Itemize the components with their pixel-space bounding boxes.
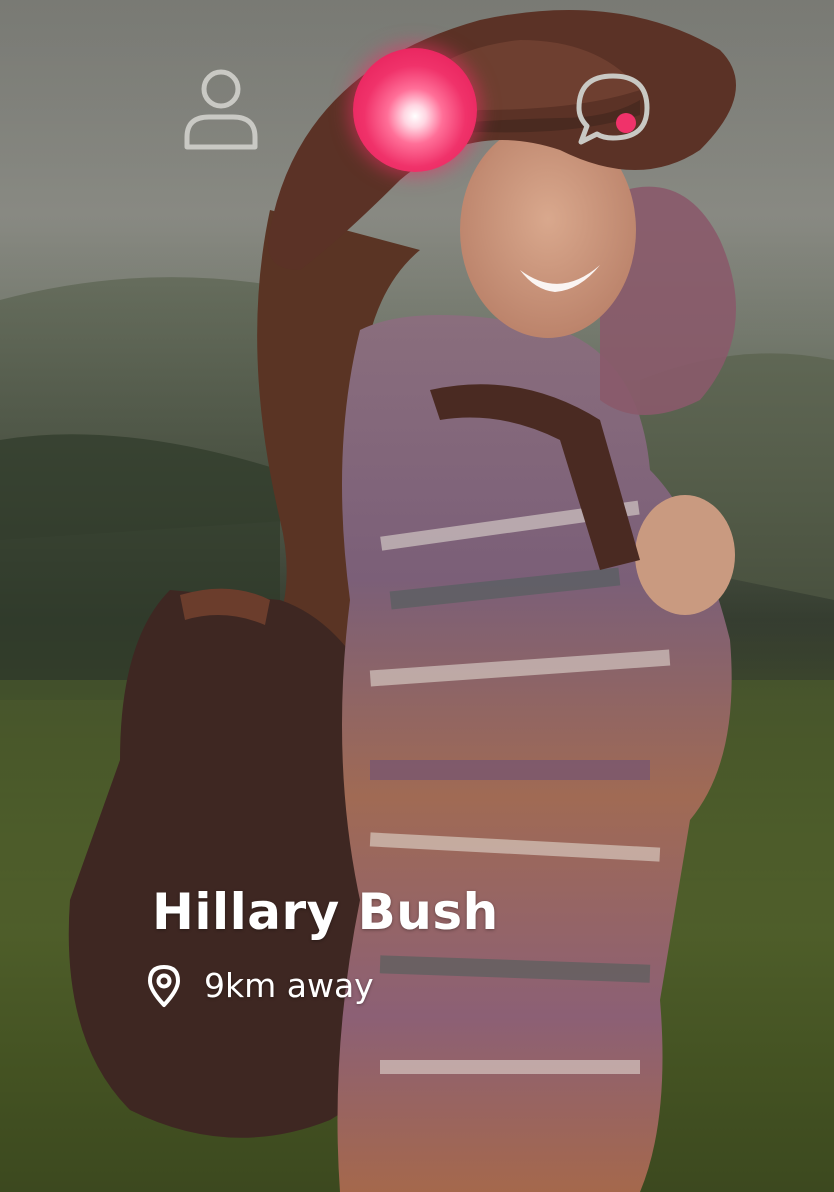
distance-row: 9km away (148, 964, 652, 1008)
home-orb-icon (353, 48, 477, 172)
top-navigation (0, 45, 834, 175)
profile-photo (0, 0, 834, 1192)
home-nav-button[interactable] (352, 47, 478, 173)
notification-badge (616, 113, 636, 133)
profile-name: Hillary Bush (152, 883, 499, 941)
profile-info: Hillary Bush 9km away (148, 880, 652, 1008)
profile-nav-button[interactable] (180, 65, 262, 155)
map-pin-icon (148, 965, 180, 1007)
chat-bubble-icon (576, 73, 650, 145)
distance-label: 9km away (204, 966, 374, 1005)
messages-nav-button[interactable] (572, 67, 654, 153)
user-icon (184, 69, 258, 150)
profile-card-screen[interactable]: Hillary Bush 9km away (0, 0, 834, 1192)
